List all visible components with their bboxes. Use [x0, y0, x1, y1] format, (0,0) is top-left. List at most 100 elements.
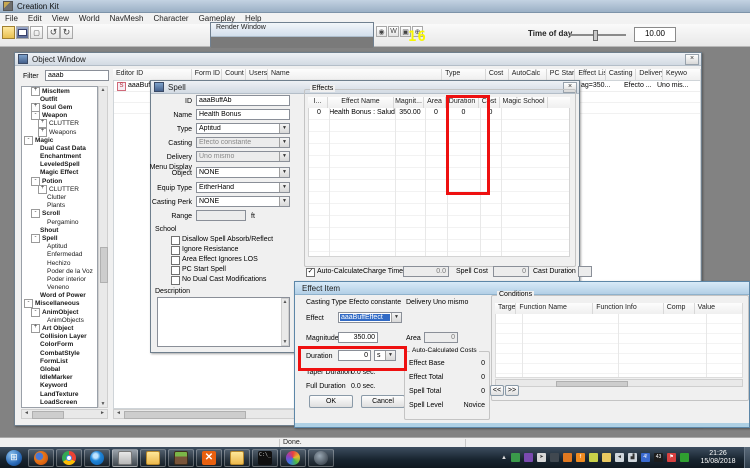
effects-column-1[interactable]: Effect Name: [328, 97, 394, 108]
taskbar-colorful-app[interactable]: [280, 448, 306, 467]
tree-item[interactable]: - Magic: [22, 135, 97, 145]
column-header-6[interactable]: Cost: [486, 69, 509, 80]
tray-speaker-icon[interactable]: ◄: [615, 453, 624, 462]
effects-column-3[interactable]: Area: [424, 97, 446, 108]
type-dropdown[interactable]: Aptitud ▼: [196, 123, 290, 134]
casting-perk-dropdown[interactable]: NONE ▼: [196, 196, 290, 207]
tree-hscrollbar[interactable]: ◄ ►: [21, 409, 108, 419]
column-header-12[interactable]: Keywo: [663, 69, 701, 80]
tree-item[interactable]: Poder de la Voz: [22, 267, 97, 275]
tree-item[interactable]: LeveledSpell: [22, 161, 97, 169]
tree-item[interactable]: Veneno: [22, 284, 97, 292]
tree-item[interactable]: ColorForm: [22, 341, 97, 349]
tree-expander-icon[interactable]: +: [31, 87, 40, 96]
render-window-viewport[interactable]: [211, 37, 373, 48]
object-window-close-icon[interactable]: ×: [685, 53, 699, 65]
taskbar-chrome[interactable]: [56, 448, 82, 467]
tree-item[interactable]: + CLUTTER: [22, 184, 97, 194]
tree-expander-icon[interactable]: +: [38, 184, 47, 194]
cancel-button[interactable]: Cancel: [361, 395, 405, 408]
magnitude-input[interactable]: [338, 332, 378, 343]
undo-icon[interactable]: ↺: [47, 26, 60, 39]
column-header-7[interactable]: AutoCalc: [509, 69, 547, 80]
column-header-2[interactable]: Count: [222, 69, 247, 80]
tree-expander-icon[interactable]: -: [24, 135, 33, 145]
taskbar-orange-x-app[interactable]: ✕: [196, 448, 222, 467]
menu-view[interactable]: View: [47, 14, 74, 23]
tree-item[interactable]: Hechizo: [22, 259, 97, 267]
tree-item[interactable]: Aptitud: [22, 243, 97, 251]
tree-item[interactable]: Enchantment: [22, 153, 97, 161]
light-marker-icon[interactable]: ◉: [376, 26, 387, 37]
column-header-8[interactable]: PC Start: [547, 69, 576, 80]
conditions-column-1[interactable]: Function Name: [516, 303, 594, 314]
effect-row[interactable]: 0 Health Bonus : Salud 350.00 0 0 0: [309, 108, 569, 120]
tree-item[interactable]: Enfermedad: [22, 251, 97, 259]
tree-item[interactable]: - Weapon: [22, 111, 97, 121]
object-window-titlebar[interactable]: Object Window ×: [15, 53, 701, 66]
taskbar-clock[interactable]: 21:26 15/08/2018: [694, 450, 742, 466]
conditions-prev-button[interactable]: <<: [490, 385, 504, 396]
taskbar-firefox[interactable]: [28, 448, 54, 467]
menu-edit[interactable]: Edit: [23, 14, 47, 23]
taskbar-minecraft[interactable]: [168, 448, 194, 467]
tray-cursor-app[interactable]: ➤: [537, 453, 546, 462]
description-textarea[interactable]: ▲ ▼: [157, 297, 290, 347]
world-w-icon[interactable]: W: [388, 26, 399, 37]
time-of-day-slider[interactable]: [570, 34, 626, 36]
tree-item[interactable]: Collision Layer: [22, 333, 97, 341]
conditions-column-4[interactable]: Value: [695, 303, 743, 314]
taskbar-creation-kit[interactable]: [112, 448, 138, 467]
tree-expander-icon[interactable]: -: [31, 233, 40, 243]
column-header-9[interactable]: Effect List: [575, 69, 606, 80]
equip-type-dropdown[interactable]: EitherHand ▼: [196, 182, 290, 193]
tree-item[interactable]: FormList: [22, 357, 97, 365]
tree-item[interactable]: Word of Power: [22, 292, 97, 300]
tree-item[interactable]: Pergamino: [22, 218, 97, 226]
tree-item[interactable]: + MiscItem: [22, 87, 97, 96]
effects-column-0[interactable]: I...: [308, 97, 328, 108]
conditions-column-3[interactable]: Comp: [664, 303, 695, 314]
tree-expander-icon[interactable]: -: [31, 307, 40, 317]
column-header-5[interactable]: Type: [442, 69, 486, 80]
tree-item[interactable]: + Weapons: [22, 127, 97, 137]
tree-expander-icon[interactable]: +: [38, 127, 47, 137]
time-of-day-slider-handle[interactable]: [593, 30, 598, 41]
taskbar-blue-app[interactable]: [84, 448, 110, 467]
time-of-day-value[interactable]: 10.00: [634, 27, 676, 42]
tray-dark-app[interactable]: [550, 453, 559, 462]
conditions-column-0[interactable]: Target: [495, 303, 517, 314]
conditions-next-button[interactable]: >>: [505, 385, 519, 396]
menu-navmesh[interactable]: NavMesh: [105, 14, 149, 23]
tree-item[interactable]: IdleMarker: [22, 374, 97, 382]
tree-expander-icon[interactable]: +: [31, 324, 40, 334]
tree-item[interactable]: Global: [22, 365, 97, 373]
menu-world[interactable]: World: [74, 14, 105, 23]
tree-item[interactable]: CombatStyle: [22, 349, 97, 357]
tree-item[interactable]: Dual Cast Data: [22, 144, 97, 152]
tray-flag-icon[interactable]: ⚑: [667, 453, 676, 462]
tray-window-app[interactable]: [589, 453, 598, 462]
column-header-4[interactable]: Name: [268, 69, 443, 80]
tray-orange-app[interactable]: [563, 453, 572, 462]
column-header-10[interactable]: Casting ...: [606, 69, 637, 80]
tray-purple-app[interactable]: [524, 453, 533, 462]
tree-item[interactable]: Keyword: [22, 382, 97, 390]
school-checkbox-4[interactable]: [171, 276, 180, 285]
column-header-1[interactable]: Form ID: [192, 69, 223, 80]
school-checkbox-1[interactable]: [171, 246, 180, 255]
tray-black-badge[interactable]: 43: [654, 453, 663, 462]
effect-dropdown[interactable]: aaaBuffEffect ▼: [338, 312, 402, 323]
tray-green-app[interactable]: [511, 453, 520, 462]
tree-item[interactable]: - Spell: [22, 233, 97, 243]
filter-input[interactable]: [45, 70, 109, 81]
tree-item[interactable]: - Scroll: [22, 209, 97, 219]
tree-item[interactable]: + Art Object: [22, 324, 97, 334]
ok-button[interactable]: OK: [309, 395, 353, 408]
taskbar-folder-2[interactable]: [224, 448, 250, 467]
menu-character[interactable]: Character: [148, 14, 193, 23]
conditions-column-2[interactable]: Function Info: [593, 303, 664, 314]
tray-network-icon[interactable]: ▟: [628, 453, 637, 462]
auto-calculate-checkbox[interactable]: ✓: [306, 268, 315, 277]
taskbar-explorer-folder[interactable]: [140, 448, 166, 467]
